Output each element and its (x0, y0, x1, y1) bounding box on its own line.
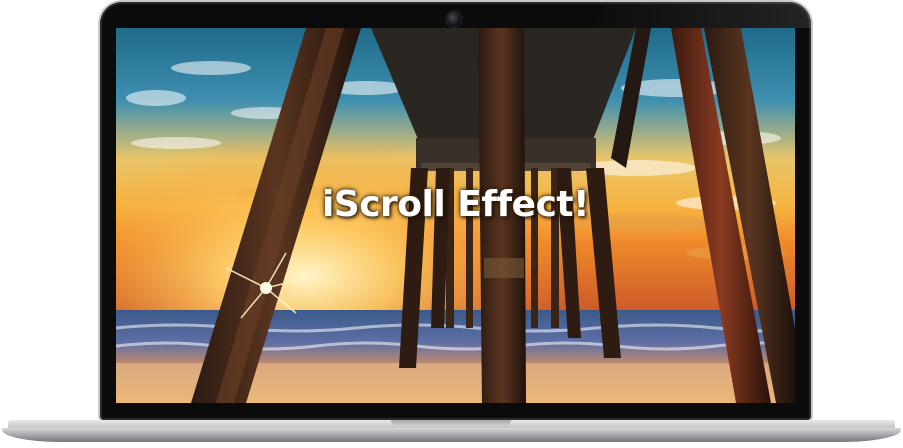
laptop-lid: iScroll Effect! (100, 2, 811, 420)
lid-opening-notch (391, 420, 511, 426)
headline-text: iScroll Effect! (321, 184, 590, 225)
laptop-screen: iScroll Effect! (116, 28, 795, 403)
webcam-icon (447, 12, 461, 26)
lid-glare (581, 2, 811, 28)
laptop-base-lip (2, 428, 901, 442)
